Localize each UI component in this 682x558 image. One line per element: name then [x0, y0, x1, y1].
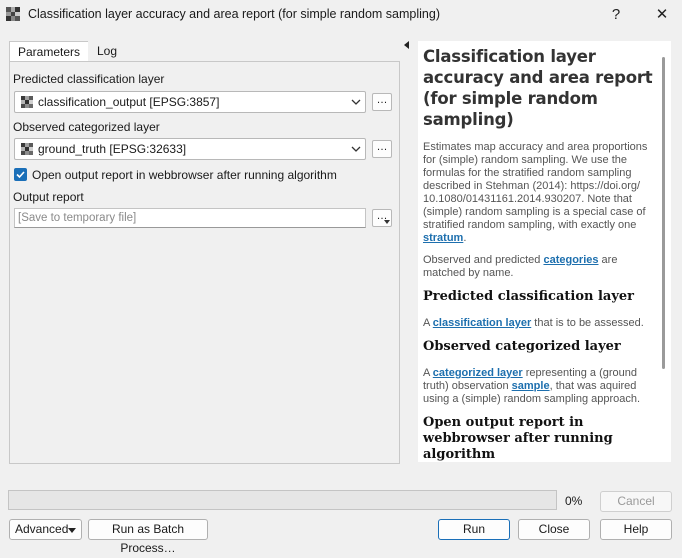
- observed-layer-combo[interactable]: ground_truth [EPSG:32633]: [14, 138, 366, 160]
- observed-layer-browse-button[interactable]: …: [372, 140, 392, 158]
- close-button[interactable]: Close: [518, 519, 590, 540]
- help-observed-heading: Observed categorized layer: [423, 339, 621, 354]
- context-help-button[interactable]: ?: [604, 4, 628, 26]
- observed-layer-value: ground_truth [EPSG:32633]: [38, 142, 187, 156]
- observed-layer-label: Observed categorized layer: [13, 120, 160, 134]
- predicted-layer-value: classification_output [EPSG:3857]: [38, 95, 220, 109]
- output-report-field[interactable]: [Save to temporary file]: [14, 208, 366, 228]
- title-bar: Classification layer accuracy and area r…: [0, 0, 682, 30]
- tab-parameters[interactable]: Parameters: [9, 41, 89, 62]
- window-close-button[interactable]: ✕: [650, 4, 674, 26]
- help-observed-text: A categorized layer representing a (grou…: [423, 367, 641, 405]
- progress-percent: 0%: [565, 494, 583, 508]
- categories-link[interactable]: categories: [543, 254, 598, 266]
- classification-layer-link[interactable]: classification layer: [433, 317, 531, 329]
- open-report-label[interactable]: Open output report in webbrowser after r…: [32, 168, 337, 182]
- help-open-report-heading: Open output report in webbrowser after r…: [423, 415, 613, 462]
- advanced-dropdown-button[interactable]: Advanced: [9, 519, 82, 540]
- cancel-button[interactable]: Cancel: [600, 491, 672, 512]
- stratum-link[interactable]: stratum: [423, 232, 463, 244]
- predicted-layer-label: Predicted classification layer: [13, 72, 165, 86]
- window-title: Classification layer accuracy and area r…: [28, 7, 440, 21]
- open-report-checkbox[interactable]: [14, 168, 27, 181]
- raster-layer-icon: [21, 96, 33, 108]
- collapse-help-icon[interactable]: [404, 41, 409, 49]
- sample-link[interactable]: sample: [512, 380, 550, 392]
- help-button[interactable]: Help: [600, 519, 672, 540]
- chevron-down-icon: [351, 146, 361, 152]
- help-match: Observed and predicted categories are ma…: [423, 254, 618, 279]
- chevron-down-icon: [351, 99, 361, 105]
- help-scrollbar-thumb[interactable]: [662, 57, 665, 369]
- output-report-browse-button[interactable]: …: [372, 209, 392, 227]
- help-predicted-heading: Predicted classification layer: [423, 289, 635, 304]
- run-batch-button[interactable]: Run as Batch Process…: [88, 519, 208, 555]
- run-button[interactable]: Run: [438, 519, 510, 540]
- help-predicted-text: A classification layer that is to be ass…: [423, 317, 644, 329]
- qgis-app-icon: [6, 7, 20, 21]
- help-scrollbar[interactable]: [658, 41, 671, 462]
- output-report-label: Output report: [13, 190, 84, 204]
- advanced-label: Advanced: [15, 522, 69, 536]
- progress-bar: [8, 490, 557, 510]
- dropdown-arrow-icon: [68, 528, 76, 533]
- categorized-layer-link[interactable]: categorized layer: [433, 367, 523, 379]
- tab-log[interactable]: Log: [88, 41, 126, 62]
- predicted-layer-combo[interactable]: classification_output [EPSG:3857]: [14, 91, 366, 113]
- raster-layer-icon: [21, 143, 33, 155]
- help-title: Classification layer accuracy and area r…: [423, 47, 653, 129]
- output-report-placeholder: [Save to temporary file]: [18, 212, 137, 224]
- dropdown-arrow-icon: [384, 220, 390, 224]
- predicted-layer-browse-button[interactable]: …: [372, 93, 392, 111]
- checkmark-icon: [16, 171, 25, 179]
- help-panel: Classification layer accuracy and area r…: [418, 41, 658, 462]
- help-intro: Estimates map accuracy and area proporti…: [423, 141, 648, 244]
